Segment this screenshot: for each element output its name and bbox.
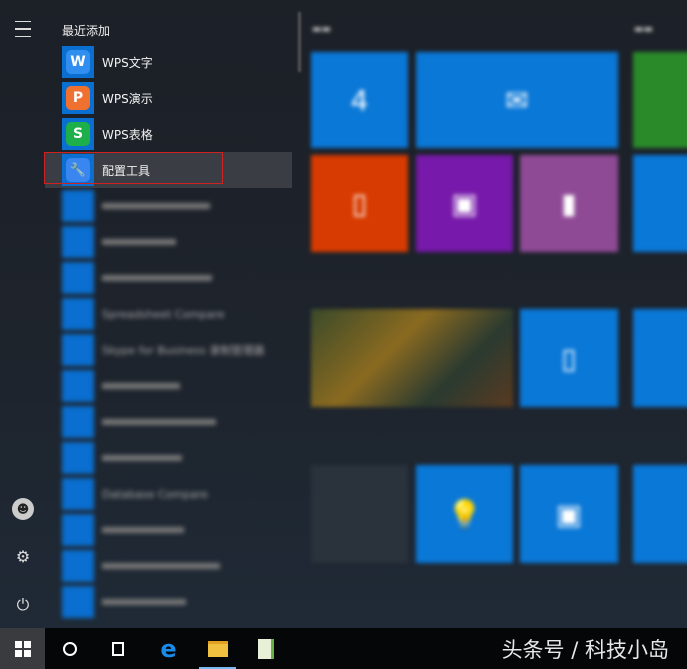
calendar-tile[interactable]: 4: [311, 52, 408, 148]
tile-area: ▬▬ ▬▬ 4 ✉ ▯ ▣ ▮ ▯ 💡 ▣: [0, 0, 687, 628]
cortana-circle-icon: [62, 641, 77, 656]
task-view-icon: [111, 641, 124, 656]
phone-tile[interactable]: ▯: [520, 309, 618, 407]
tips-tile[interactable]: 💡: [416, 465, 513, 563]
notepad-app-button[interactable]: [243, 628, 288, 669]
camera-icon: ▣: [555, 497, 583, 531]
group-label: ▬▬: [634, 24, 653, 35]
onenote-2016-tile[interactable]: ▮: [520, 155, 618, 252]
folder-icon: [207, 640, 228, 657]
office-tile[interactable]: ▯: [311, 155, 408, 252]
group-label: ▬▬: [312, 24, 331, 35]
xbox-tile[interactable]: [633, 52, 687, 148]
mail-tile[interactable]: ✉: [416, 52, 618, 148]
office-icon: ▯: [351, 187, 368, 220]
notepad-icon: [257, 638, 274, 659]
lightbulb-icon: 💡: [447, 497, 482, 531]
taskbar: e 头条号 / 科技小岛: [0, 628, 687, 669]
file-explorer-button[interactable]: [195, 628, 240, 669]
edge-button[interactable]: e: [146, 628, 191, 669]
cortana-button[interactable]: [47, 628, 92, 669]
onenote-tile[interactable]: ▣: [416, 155, 513, 252]
windows-logo-icon: [14, 640, 31, 657]
onenote-icon: ▮: [561, 187, 577, 220]
photos-tile[interactable]: [311, 309, 513, 407]
phone-icon: ▯: [561, 341, 577, 375]
weather-tile[interactable]: [311, 465, 408, 563]
mail-icon: ✉: [505, 83, 529, 117]
onenote-icon: ▣: [451, 187, 478, 220]
tile[interactable]: [633, 465, 687, 563]
tile[interactable]: [633, 309, 687, 407]
start-button[interactable]: [0, 628, 45, 669]
task-view-button[interactable]: [95, 628, 140, 669]
edge-icon: e: [160, 634, 177, 663]
watermark: 头条号 / 科技小岛: [501, 638, 669, 662]
edge-tile[interactable]: [633, 155, 687, 252]
camera-tile[interactable]: ▣: [520, 465, 618, 563]
start-menu: ☻ ⚙ ⏻ 最近添加 W WPS文字 P WPS演示 S WPS表格 🔧 配置工…: [0, 0, 687, 628]
calendar-day: 4: [350, 83, 369, 117]
